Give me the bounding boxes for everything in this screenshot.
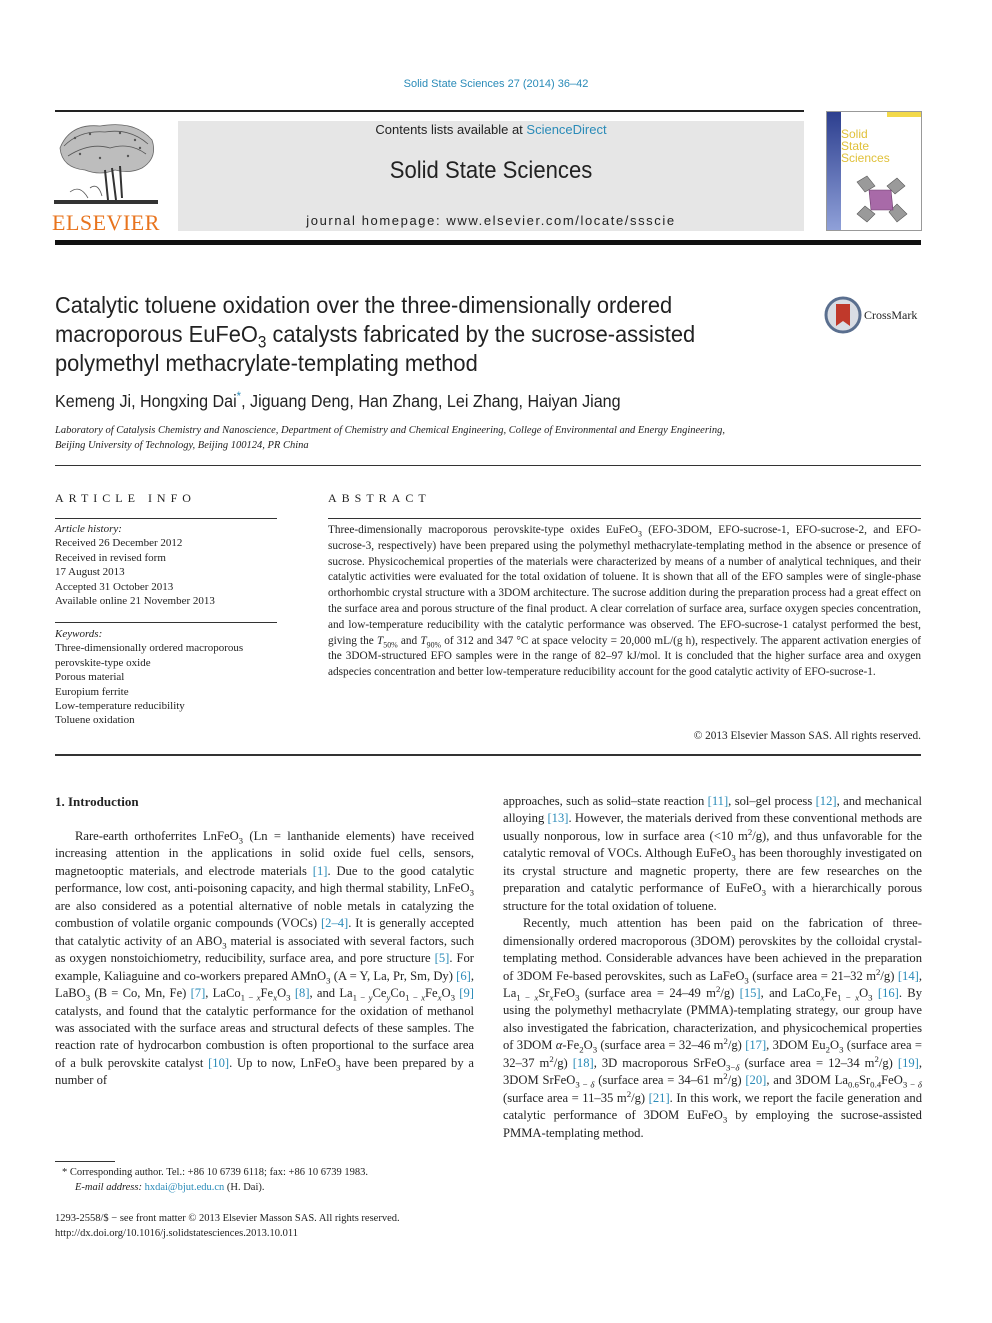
crossmark-button[interactable]: CrossMark	[824, 296, 924, 334]
cover-crystal-structure-icon	[856, 175, 908, 223]
doi-link[interactable]: http://dx.doi.org/10.1016/j.solidstatesc…	[55, 1226, 495, 1241]
reference-link[interactable]: [18]	[573, 1056, 594, 1070]
crossmark-label: CrossMark	[864, 308, 918, 322]
authors-text: Kemeng Ji, Hongxing Dai	[55, 391, 237, 411]
reference-link[interactable]: [11]	[708, 794, 729, 808]
elsevier-wordmark: ELSEVIER	[52, 210, 160, 235]
article-title-line-1: Catalytic toluene oxidation over the thr…	[55, 292, 673, 318]
article-title-line-2: macroporous EuFeO3 catalysts fabricated …	[55, 320, 780, 351]
cover-yellow-bar	[887, 112, 921, 117]
history-item: Received in revised form	[55, 551, 166, 564]
crossmark-icon	[824, 296, 862, 334]
body-paragraph: Recently, much attention has been paid o…	[503, 916, 923, 1140]
article-info-divider	[55, 518, 277, 519]
article-info-heading: ARTICLE INFO	[55, 491, 196, 505]
elsevier-tree-icon	[54, 124, 158, 204]
corresponding-author-footnote: * Corresponding author. Tel.: +86 10 673…	[62, 1165, 482, 1180]
journal-header-band: Contents lists available at ScienceDirec…	[178, 121, 804, 231]
reference-link[interactable]: [1]	[313, 864, 328, 878]
t50-subscript: 50%	[383, 639, 398, 649]
email-label: E-mail address:	[75, 1182, 145, 1193]
affiliation-divider	[55, 465, 921, 466]
history-item: 17 August 2013	[55, 566, 125, 579]
contents-prefix: Contents lists available at	[375, 122, 527, 137]
abstract-bottom-divider	[55, 754, 921, 756]
title-text: macroporous EuFeO	[55, 321, 258, 347]
affiliation-line-1: Laboratory of Catalysis Chemistry and Na…	[55, 425, 725, 436]
keywords-list: Keywords: Three-dimensionally ordered ma…	[55, 627, 285, 728]
reference-link[interactable]: [6]	[456, 969, 471, 983]
reference-link[interactable]: [7]	[191, 986, 206, 1000]
keyword-item: Europium ferrite	[55, 685, 129, 698]
history-item: Accepted 31 October 2013	[55, 580, 174, 593]
cover-title-line-3: Sciences	[841, 151, 890, 165]
header-bottom-rule	[55, 240, 921, 245]
keywords-divider	[55, 622, 277, 623]
author-affiliation: Laboratory of Catalysis Chemistry and Na…	[55, 423, 855, 453]
journal-homepage-link[interactable]: journal homepage: www.elsevier.com/locat…	[178, 213, 804, 228]
abstract-text: Three-dimensionally macroporous perovski…	[328, 523, 921, 681]
reference-link[interactable]: [13]	[547, 811, 568, 825]
introduction-heading: 1. Introduction	[55, 794, 139, 809]
history-item: Available online 21 November 2013	[55, 595, 215, 608]
article-history-label: Article history:	[55, 523, 122, 535]
title-text: catalysts fabricated by the sucrose-assi…	[266, 321, 696, 347]
email-link[interactable]: hxdai@bjut.edu.cn	[145, 1182, 225, 1193]
journal-name: Solid State Sciences	[389, 157, 593, 184]
email-suffix: (H. Dai).	[224, 1182, 265, 1193]
introduction-left-column: Rare-earth orthoferrites LnFeO3 (Ln = la…	[55, 828, 474, 1090]
header-top-rule	[55, 110, 804, 112]
abstract-heading: ABSTRACT	[328, 491, 431, 505]
email-footnote: E-mail address: hxdai@bjut.edu.cn (H. Da…	[75, 1180, 495, 1195]
keyword-item: Low-temperature reducibility	[55, 700, 185, 713]
reference-link[interactable]: [17]	[745, 1038, 766, 1052]
keyword-item: Porous material	[55, 671, 125, 684]
reference-link[interactable]: [20]	[745, 1073, 766, 1087]
reference-link[interactable]: [21]	[649, 1091, 670, 1105]
body-paragraph: approaches, such as solid–state reaction…	[503, 794, 923, 913]
elsevier-logo[interactable]: ELSEVIER	[50, 118, 162, 236]
contents-available-text: Contents lists available at ScienceDirec…	[178, 122, 804, 137]
reference-link[interactable]: [9]	[459, 986, 474, 1000]
keyword-item: Toluene oxidation	[55, 714, 135, 727]
reference-link[interactable]: [10]	[208, 1056, 229, 1070]
keyword-item: Three-dimensionally ordered macroporous	[55, 642, 244, 655]
abstract-divider	[328, 518, 921, 519]
reference-link[interactable]: [5]	[435, 951, 450, 965]
footnote-divider	[55, 1161, 115, 1162]
issn-line: 1293-2558/$ − see front matter © 2013 El…	[55, 1213, 400, 1224]
cover-blue-strip	[827, 112, 841, 230]
article-history: Article history: Received 26 December 20…	[55, 522, 285, 608]
reference-link[interactable]: [8]	[295, 986, 310, 1000]
reference-link[interactable]: [19]	[898, 1056, 919, 1070]
abstract-segment: and	[397, 634, 421, 647]
introduction-right-column: approaches, such as solid–state reaction…	[503, 793, 922, 1142]
sciencedirect-link[interactable]: ScienceDirect	[526, 122, 606, 137]
reference-link[interactable]: [2–4]	[321, 916, 348, 930]
corresponding-author-text: Corresponding author. Tel.: +86 10 6739 …	[67, 1167, 368, 1178]
cover-title: Solid State Sciences	[841, 128, 890, 164]
reference-link[interactable]: [15]	[740, 986, 761, 1000]
t90-subscript: 90%	[426, 639, 442, 649]
journal-citation-link[interactable]: Solid State Sciences 27 (2014) 36–42	[0, 78, 992, 90]
reference-link[interactable]: [12]	[816, 794, 837, 808]
abstract-copyright: © 2013 Elsevier Masson SAS. All rights r…	[693, 730, 921, 742]
abstract-segment: Three-dimensionally macroporous perovski…	[328, 524, 639, 536]
reference-link[interactable]: [14]	[898, 969, 919, 983]
keyword-item: perovskite-type oxide	[55, 656, 151, 669]
body-paragraph: Rare-earth orthoferrites LnFeO3 (Ln = la…	[55, 829, 475, 1088]
keywords-label: Keywords:	[55, 628, 103, 640]
history-item: Received 26 December 2012	[55, 537, 183, 550]
authors-text: , Jiguang Deng, Han Zhang, Lei Zhang, Ha…	[241, 391, 621, 411]
affiliation-line-2: Beijing University of Technology, Beijin…	[55, 440, 309, 451]
article-title-line-3: polymethyl methacrylate-templating metho…	[55, 350, 478, 376]
reference-link[interactable]: [16]	[878, 986, 899, 1000]
author-list: Kemeng Ji, Hongxing Dai*, Jiguang Deng, …	[55, 390, 621, 412]
article-title: Catalytic toluene oxidation over the thr…	[55, 291, 780, 378]
abstract-segment: (EFO-3DOM, EFO-sucrose-1, EFO-sucrose-2,…	[328, 524, 921, 647]
journal-cover-image[interactable]: Solid State Sciences	[826, 111, 922, 231]
